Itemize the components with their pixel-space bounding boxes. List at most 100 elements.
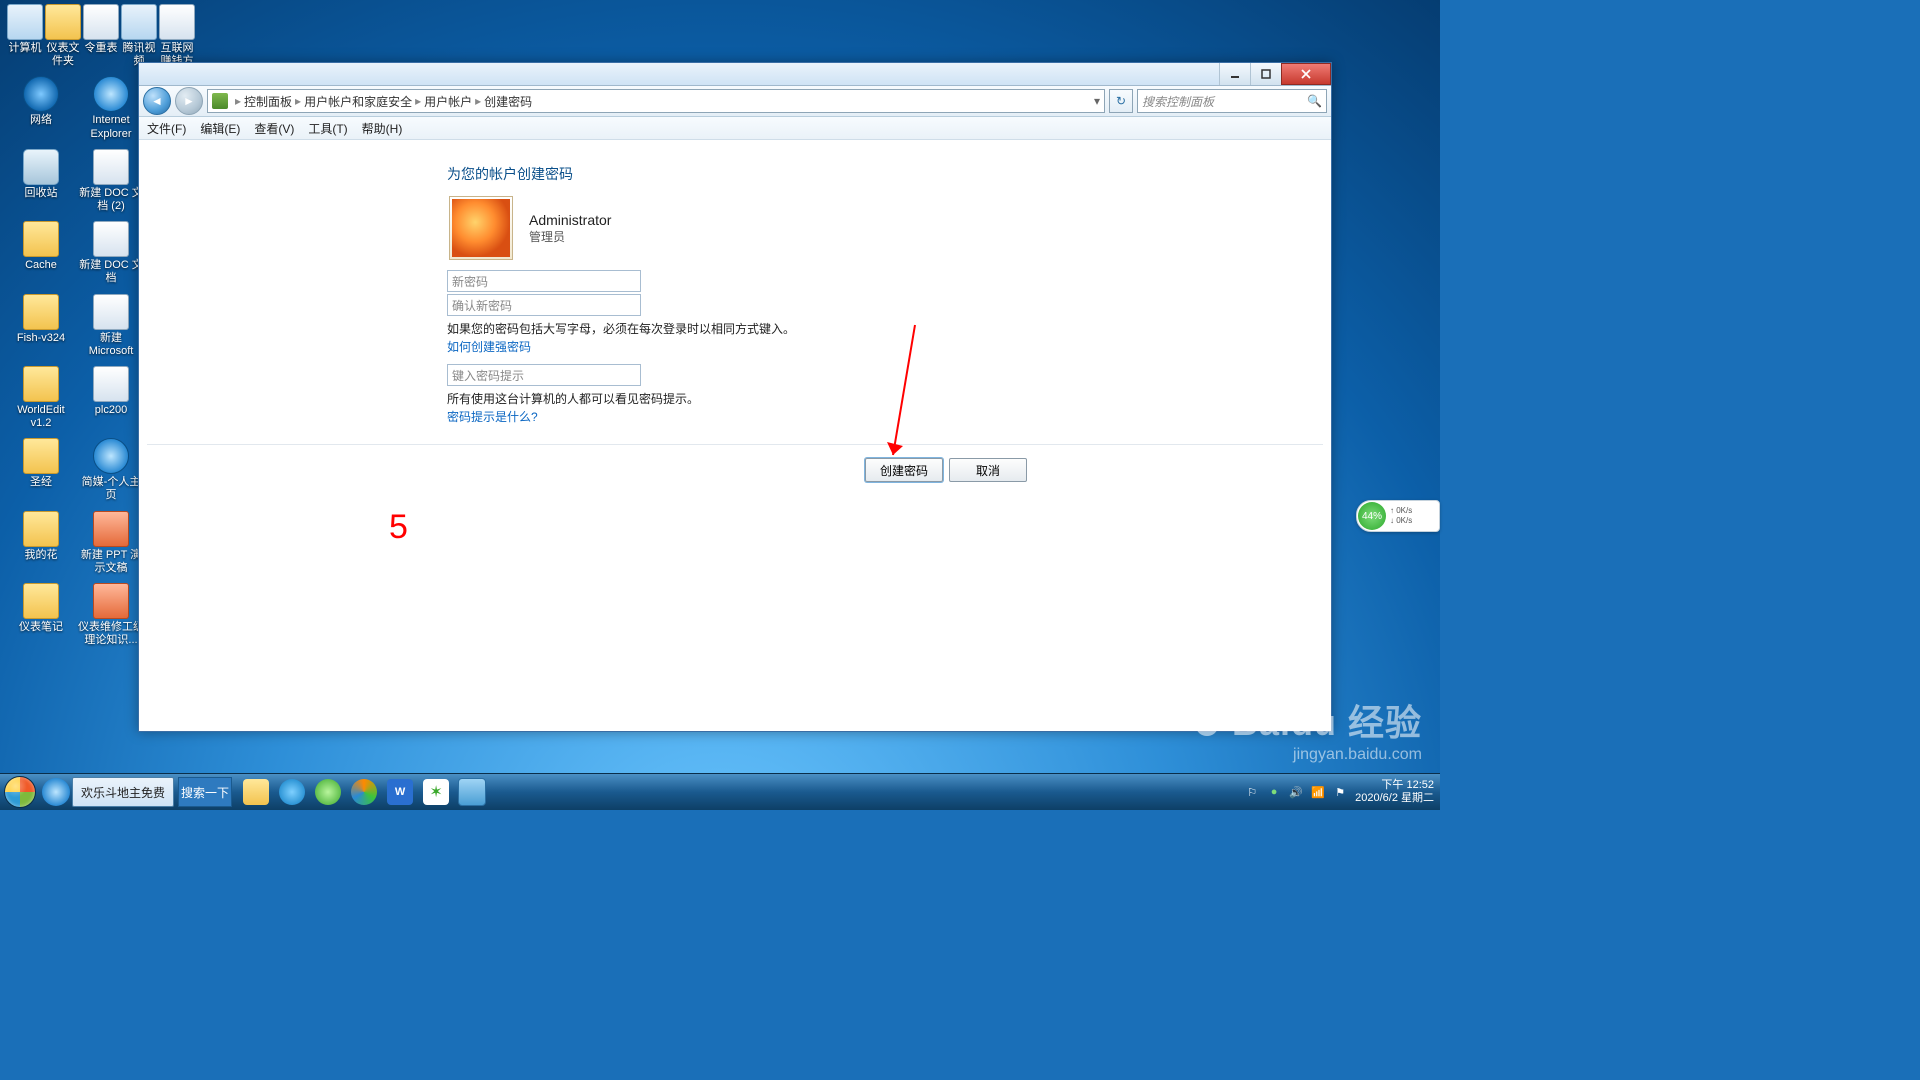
cancel-button[interactable]: 取消 <box>949 458 1027 482</box>
menu-item[interactable]: 文件(F) <box>147 120 186 137</box>
desktop-icon[interactable]: plc200 <box>76 364 146 436</box>
desktop-icon[interactable]: 仪表维修工级理论知识... <box>76 581 146 653</box>
breadcrumb-segment[interactable]: 控制面板 <box>244 93 292 110</box>
icon-graphic <box>93 511 129 547</box>
create-password-button[interactable]: 创建密码 <box>865 458 943 482</box>
desktop-icon[interactable]: Fish-v324 <box>6 292 76 364</box>
username-label: Administrator <box>529 212 611 228</box>
icon-graphic <box>45 4 81 40</box>
windows-orb-icon <box>4 776 36 808</box>
refresh-button[interactable]: ↻ <box>1109 89 1133 113</box>
hint-note: 所有使用这台计算机的人都可以看见密码提示。 <box>447 390 699 407</box>
forward-button[interactable]: ► <box>175 87 203 115</box>
search-box[interactable]: 搜索控制面板 🔍 <box>1137 89 1327 113</box>
maximize-button[interactable] <box>1250 63 1281 85</box>
taskbar-active-task[interactable]: 欢乐斗地主免费 <box>72 777 174 807</box>
icon-label: 新建 Microsoft <box>77 332 145 358</box>
gadget-speeds: ↑ 0K/s↓ 0K/s <box>1390 506 1412 525</box>
desktop-icon[interactable]: WorldEdit v1.2 <box>6 364 76 436</box>
desktop-icon[interactable]: Internet Explorer <box>76 74 146 146</box>
password-hint-input[interactable]: 键入密码提示 <box>447 364 641 386</box>
icon-label: 我的花 <box>7 549 75 562</box>
user-role-label: 管理员 <box>529 228 611 245</box>
taskbar: 欢乐斗地主免费 搜索一下 W ✶ ⚐ ● 🔊 📶 ⚑ 下午 12:52 2020… <box>0 773 1440 810</box>
search-icon: 🔍 <box>1307 94 1322 108</box>
ie-launcher-icon[interactable] <box>42 778 70 806</box>
confirm-password-input[interactable]: 确认新密码 <box>447 294 641 316</box>
desktop-icon[interactable]: 回收站 <box>6 147 76 219</box>
desktop-icon[interactable]: 新建 Microsoft <box>76 292 146 364</box>
icon-label: 圣经 <box>7 476 75 489</box>
icon-label: 新建 DOC 文档 (2) <box>77 187 145 213</box>
icon-graphic <box>23 511 59 547</box>
hint-help-link[interactable]: 密码提示是什么? <box>447 408 538 425</box>
back-button[interactable]: ◄ <box>143 87 171 115</box>
icon-label: 新建 PPT 演示文稿 <box>77 549 145 575</box>
address-bar[interactable]: ▸ 控制面板▸ 用户帐户和家庭安全▸ 用户帐户▸ 创建密码 ▾ <box>207 89 1105 113</box>
ie-launcher2-icon[interactable] <box>311 778 345 806</box>
menu-item[interactable]: 帮助(H) <box>362 120 403 137</box>
tray-network-icon[interactable]: 📶 <box>1311 785 1325 799</box>
icon-graphic <box>23 438 59 474</box>
new-password-input[interactable]: 新密码 <box>447 270 641 292</box>
menu-item[interactable]: 查看(V) <box>254 120 294 137</box>
desktop-icon[interactable]: 圣经 <box>6 436 76 508</box>
tray-app-icon[interactable]: ● <box>1267 785 1281 799</box>
icon-graphic <box>7 4 43 40</box>
icon-label: 网络 <box>7 114 75 127</box>
icon-graphic <box>23 149 59 185</box>
desktop-icon[interactable]: 简媒-个人主页 <box>76 436 146 508</box>
tray-volume-icon[interactable]: 🔊 <box>1289 785 1303 799</box>
icon-graphic <box>23 583 59 619</box>
tencent-video-icon[interactable] <box>347 778 381 806</box>
icon-graphic <box>93 438 129 474</box>
icon-graphic <box>23 76 59 112</box>
control-panel-window: ◄ ► ▸ 控制面板▸ 用户帐户和家庭安全▸ 用户帐户▸ 创建密码 ▾ ↻ 搜索… <box>138 62 1332 732</box>
desktop-icon[interactable]: 计算机 <box>6 2 44 74</box>
tray-clock[interactable]: 下午 12:52 2020/6/2 星期二 <box>1355 779 1434 805</box>
close-button[interactable] <box>1281 63 1331 85</box>
tray-flag-icon[interactable]: ⚑ <box>1333 785 1347 799</box>
tray-security-icon[interactable]: ⚐ <box>1245 785 1259 799</box>
icon-graphic <box>83 4 119 40</box>
menu-item[interactable]: 编辑(E) <box>200 120 240 137</box>
icon-label: Internet Explorer <box>77 114 145 140</box>
menu-item[interactable]: 工具(T) <box>308 120 347 137</box>
separator <box>147 444 1323 445</box>
wechat-icon[interactable]: ✶ <box>419 778 453 806</box>
icon-graphic <box>93 149 129 185</box>
desktop-icon[interactable]: 新建 DOC 文档 <box>76 219 146 291</box>
desktop-icon[interactable]: 令重表 <box>82 2 120 74</box>
explorer-launcher-icon[interactable] <box>239 778 273 806</box>
breadcrumb-segment[interactable]: 用户帐户和家庭安全 <box>304 93 412 110</box>
desktop-icon[interactable]: 仪表笔记 <box>6 581 76 653</box>
user-info: Administrator 管理员 <box>449 196 611 260</box>
caps-note: 如果您的密码包括大写字母，必须在每次登录时以相同方式键入。 <box>447 320 795 337</box>
breadcrumb-segment[interactable]: 创建密码 <box>484 93 532 110</box>
desktop-icon[interactable]: 新建 PPT 演示文稿 <box>76 509 146 581</box>
icon-graphic <box>23 294 59 330</box>
desktop-icon[interactable]: 我的花 <box>6 509 76 581</box>
icon-label: 仪表维修工级理论知识... <box>77 621 145 647</box>
search-placeholder: 搜索控制面板 <box>1142 93 1214 110</box>
control-panel-icon <box>212 93 228 109</box>
start-button[interactable] <box>0 774 40 810</box>
window-titlebar <box>139 63 1331 86</box>
address-dropdown-icon[interactable]: ▾ <box>1094 94 1100 108</box>
minimize-button[interactable] <box>1219 63 1250 85</box>
gadget-percent: 44% <box>1358 502 1386 530</box>
breadcrumb-segment[interactable]: 用户帐户 <box>424 93 472 110</box>
wps-icon[interactable]: W <box>383 778 417 806</box>
desktop-icon[interactable]: 网络 <box>6 74 76 146</box>
taskbar-search-button[interactable]: 搜索一下 <box>178 777 232 807</box>
icon-label: 计算机 <box>7 42 43 55</box>
icon-label: 令重表 <box>83 42 119 55</box>
edge-launcher-icon[interactable] <box>275 778 309 806</box>
strong-password-link[interactable]: 如何创建强密码 <box>447 338 531 355</box>
desktop-icon[interactable]: 仪表文件夹 <box>44 2 82 74</box>
network-gadget[interactable]: 44% ↑ 0K/s↓ 0K/s <box>1356 500 1440 532</box>
desktop-icon[interactable]: 新建 DOC 文档 (2) <box>76 147 146 219</box>
desktop-icon[interactable]: Cache <box>6 219 76 291</box>
icon-graphic <box>23 366 59 402</box>
task-app-icon[interactable] <box>455 778 489 806</box>
